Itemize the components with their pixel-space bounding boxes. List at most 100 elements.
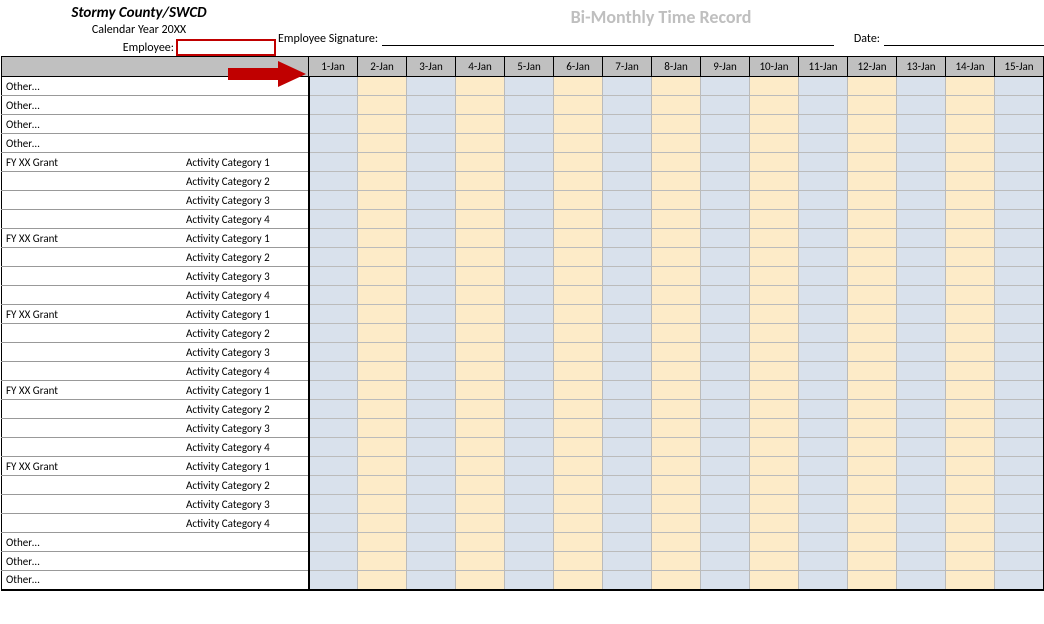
time-cell[interactable] [946,134,995,153]
time-cell[interactable] [701,400,750,419]
time-cell[interactable] [946,324,995,343]
time-cell[interactable] [652,324,701,343]
time-cell[interactable] [750,172,799,191]
time-cell[interactable] [848,77,897,96]
time-cell[interactable] [554,438,603,457]
time-cell[interactable] [848,153,897,172]
time-cell[interactable] [603,172,652,191]
time-cell[interactable] [701,191,750,210]
time-cell[interactable] [750,400,799,419]
time-cell[interactable] [358,286,407,305]
time-cell[interactable] [652,191,701,210]
time-cell[interactable] [750,134,799,153]
time-cell[interactable] [603,362,652,381]
time-cell[interactable] [358,343,407,362]
time-cell[interactable] [897,381,946,400]
time-cell[interactable] [897,533,946,552]
time-cell[interactable] [799,172,848,191]
time-cell[interactable] [995,438,1044,457]
time-cell[interactable] [407,381,456,400]
time-cell[interactable] [750,153,799,172]
time-cell[interactable] [603,419,652,438]
time-cell[interactable] [554,229,603,248]
time-cell[interactable] [897,495,946,514]
time-cell[interactable] [848,248,897,267]
time-cell[interactable] [554,153,603,172]
time-cell[interactable] [652,267,701,286]
time-cell[interactable] [995,495,1044,514]
time-cell[interactable] [358,495,407,514]
time-cell[interactable] [848,229,897,248]
time-cell[interactable] [946,267,995,286]
time-cell[interactable] [995,552,1044,571]
time-cell[interactable] [750,248,799,267]
time-cell[interactable] [799,419,848,438]
time-cell[interactable] [505,457,554,476]
time-cell[interactable] [652,571,701,590]
time-cell[interactable] [554,552,603,571]
time-cell[interactable] [799,96,848,115]
time-cell[interactable] [456,514,505,533]
time-cell[interactable] [358,305,407,324]
time-cell[interactable] [505,248,554,267]
time-cell[interactable] [407,96,456,115]
time-cell[interactable] [505,96,554,115]
time-cell[interactable] [946,191,995,210]
time-cell[interactable] [701,533,750,552]
time-cell[interactable] [946,381,995,400]
time-cell[interactable] [505,514,554,533]
time-cell[interactable] [554,286,603,305]
time-cell[interactable] [799,381,848,400]
time-cell[interactable] [407,343,456,362]
time-cell[interactable] [995,96,1044,115]
time-cell[interactable] [505,400,554,419]
time-cell[interactable] [505,343,554,362]
time-cell[interactable] [750,514,799,533]
time-cell[interactable] [309,134,358,153]
time-cell[interactable] [554,324,603,343]
time-cell[interactable] [750,476,799,495]
signature-line[interactable] [382,32,834,46]
time-cell[interactable] [995,324,1044,343]
time-cell[interactable] [848,324,897,343]
time-cell[interactable] [897,286,946,305]
time-cell[interactable] [848,438,897,457]
time-cell[interactable] [799,267,848,286]
time-cell[interactable] [309,514,358,533]
time-cell[interactable] [897,134,946,153]
time-cell[interactable] [505,381,554,400]
time-cell[interactable] [407,248,456,267]
time-cell[interactable] [750,286,799,305]
time-cell[interactable] [652,533,701,552]
time-cell[interactable] [554,457,603,476]
time-cell[interactable] [897,96,946,115]
time-cell[interactable] [750,419,799,438]
time-cell[interactable] [407,153,456,172]
time-cell[interactable] [456,476,505,495]
time-cell[interactable] [750,438,799,457]
time-cell[interactable] [848,172,897,191]
time-cell[interactable] [358,514,407,533]
time-cell[interactable] [309,305,358,324]
time-cell[interactable] [358,96,407,115]
time-cell[interactable] [995,343,1044,362]
time-cell[interactable] [995,153,1044,172]
time-cell[interactable] [358,191,407,210]
time-cell[interactable] [309,571,358,590]
time-cell[interactable] [946,457,995,476]
time-cell[interactable] [652,172,701,191]
time-cell[interactable] [505,305,554,324]
time-cell[interactable] [799,552,848,571]
time-cell[interactable] [848,96,897,115]
time-cell[interactable] [309,267,358,286]
time-cell[interactable] [750,495,799,514]
time-cell[interactable] [848,571,897,590]
time-cell[interactable] [456,96,505,115]
time-cell[interactable] [701,438,750,457]
time-cell[interactable] [652,286,701,305]
time-cell[interactable] [407,362,456,381]
time-cell[interactable] [848,305,897,324]
time-cell[interactable] [309,438,358,457]
time-cell[interactable] [358,400,407,419]
time-cell[interactable] [799,229,848,248]
